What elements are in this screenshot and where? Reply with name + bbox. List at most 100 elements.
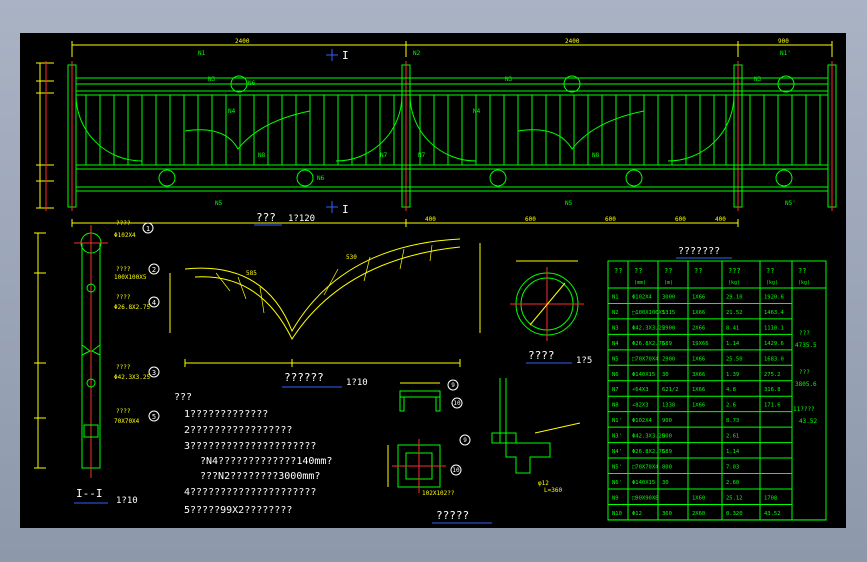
table-cell: 621/2 bbox=[662, 387, 679, 393]
table-cell: 30 bbox=[662, 480, 669, 486]
table-cell: 316.8 bbox=[764, 387, 781, 393]
section-callout-2: 2 bbox=[152, 266, 156, 274]
table-side-4: 3805.6 bbox=[795, 381, 817, 388]
table-cell: ∠64X3 bbox=[632, 387, 649, 393]
section-callout-3: 4 bbox=[152, 299, 156, 307]
bottom-dim-4: 600 bbox=[675, 216, 686, 223]
table-cell: Φ102X4 bbox=[632, 294, 653, 300]
table-side-6: 43.52 bbox=[799, 418, 817, 425]
table-cell: □70X70X4 bbox=[632, 465, 659, 471]
table-cell: N3' bbox=[612, 434, 622, 440]
section-title: I--I bbox=[76, 487, 103, 500]
table-cell: Φ42.3X3.25 bbox=[632, 325, 665, 331]
table-cell: N1 bbox=[612, 294, 619, 300]
table-header: ?? bbox=[614, 267, 622, 275]
table-header: ?? bbox=[694, 267, 702, 275]
table-side-1: ??? bbox=[799, 330, 810, 337]
table-cell: Φ102X4 bbox=[632, 418, 653, 424]
bottom-dim-1: 400 bbox=[425, 216, 436, 223]
table-cell: N5' bbox=[612, 465, 622, 471]
label-n4b: N4 bbox=[473, 108, 481, 115]
note-line-1: 1????????????? bbox=[184, 409, 268, 420]
table-cell: 3000 bbox=[662, 294, 675, 300]
table-cell: 1338 bbox=[662, 403, 675, 409]
detail-callout-1: 9 bbox=[451, 382, 455, 389]
material-table: ??????? ?? ?? (mm)?? (m)?? ??? (kg)?? (kg)?? (k… bbox=[607, 246, 827, 521]
table-cell: 1315 bbox=[662, 310, 675, 316]
top-dim-2: 2400 bbox=[565, 38, 580, 45]
label-n6: N6 bbox=[248, 80, 256, 87]
table-cell: 2X66 bbox=[692, 325, 705, 331]
table-side-3: ??? bbox=[799, 369, 810, 376]
pipe-scale: 1?5 bbox=[576, 356, 592, 366]
note-line-5: ???N2????????3000mm? bbox=[200, 471, 320, 482]
section-label-5: Φ26.8X2.75 bbox=[114, 304, 151, 311]
table-header: ?? bbox=[634, 267, 642, 275]
table-cell: 1429.6 bbox=[764, 341, 784, 347]
section-label-8: ???? bbox=[116, 408, 131, 415]
section-callout-4: 3 bbox=[152, 369, 156, 377]
table-side-2: 4735.5 bbox=[795, 342, 817, 349]
table-cell: 1.14 bbox=[726, 449, 740, 455]
section-label-0: ???? bbox=[116, 220, 131, 227]
section-label-2: ???? bbox=[116, 266, 131, 273]
table-cell: 2900 bbox=[662, 356, 675, 362]
table-cell: 21.52 bbox=[726, 310, 743, 316]
table-cell: 800 bbox=[662, 434, 672, 440]
table-cell: 689 bbox=[662, 341, 672, 347]
label-n1p: N1' bbox=[780, 50, 791, 57]
drawing-sheet: 2400 2400 900 I I N1 N2 N1' N3 N3 N3 N6 … bbox=[20, 33, 846, 528]
elevation-view: 2400 2400 900 I I N1 N2 N1' N3 N3 N3 N6 … bbox=[36, 38, 837, 227]
table-cell: 29.10 bbox=[726, 294, 743, 300]
pipe-section: ???? 1?5 bbox=[510, 260, 592, 366]
table-header: ??? bbox=[728, 267, 741, 275]
table-cell: 8.73 bbox=[726, 418, 739, 424]
table-cell: 3X66 bbox=[692, 372, 705, 378]
section-label-4: ???? bbox=[116, 294, 131, 301]
table-subheader: (kg) bbox=[728, 280, 740, 286]
label-n3c: N3 bbox=[754, 76, 762, 83]
table-cell: 4.8 bbox=[726, 387, 736, 393]
table-cell: 1X60 bbox=[692, 495, 705, 501]
section-label-6: ???? bbox=[116, 364, 131, 371]
bottom-dim-2: 600 bbox=[525, 216, 536, 223]
table-cell: 1X66 bbox=[692, 294, 705, 300]
detail-callout-3: 9 bbox=[463, 437, 467, 444]
label-n7: N7 bbox=[380, 152, 388, 159]
ornament-scale: 1?10 bbox=[346, 378, 368, 388]
table-cell: Φ26.8X2.75 bbox=[632, 341, 665, 347]
notes-block: ??? 1????????????? 2????????????????? 3?… bbox=[174, 392, 332, 516]
section-scale: 1?10 bbox=[116, 496, 138, 506]
section-mark-top: I bbox=[342, 49, 349, 62]
table-cell: N7 bbox=[612, 387, 619, 393]
bottom-dim-3: 600 bbox=[605, 216, 616, 223]
ornament-dim-1: 585 bbox=[246, 270, 257, 277]
table-cell: N6' bbox=[612, 480, 622, 486]
table-cell: 171.6 bbox=[764, 403, 781, 409]
table-cell: 19X66 bbox=[692, 341, 709, 347]
table-cell: 25.12 bbox=[726, 495, 743, 501]
label-n8: N8 bbox=[258, 152, 266, 159]
note-line-7: 5?????99X2???????? bbox=[184, 505, 292, 516]
table-header: ?? bbox=[664, 267, 672, 275]
section-view: ???? Φ102X4 ???? 100X100X5 ???? Φ26.8X2.… bbox=[34, 220, 160, 506]
label-n3: N3 bbox=[208, 76, 216, 83]
cad-drawing: 2400 2400 900 I I N1 N2 N1' N3 N3 N3 N6 … bbox=[34, 38, 837, 524]
note-line-4: ?N4?????????????140mm? bbox=[200, 456, 332, 467]
note-line-3: 3????????????????????? bbox=[184, 441, 316, 452]
table-cell: 2X60 bbox=[692, 511, 705, 517]
table-cell: 8.41 bbox=[726, 325, 739, 331]
section-label-1: Φ102X4 bbox=[114, 232, 136, 239]
table-subheader: (m) bbox=[664, 280, 673, 286]
table-cell: 30 bbox=[662, 372, 669, 378]
notes-title: ??? bbox=[174, 392, 192, 403]
ornament-dim-2: 530 bbox=[346, 254, 357, 261]
table-cell: N8 bbox=[612, 403, 619, 409]
table-cell: 2.6 bbox=[726, 403, 736, 409]
section-callout-1: 1 bbox=[146, 225, 150, 233]
table-cell: 0.320 bbox=[726, 511, 743, 517]
label-n5b: N5 bbox=[565, 200, 573, 207]
table-cell: 900 bbox=[662, 418, 672, 424]
table-header: ?? bbox=[798, 267, 806, 275]
label-n2: N2 bbox=[413, 50, 421, 57]
